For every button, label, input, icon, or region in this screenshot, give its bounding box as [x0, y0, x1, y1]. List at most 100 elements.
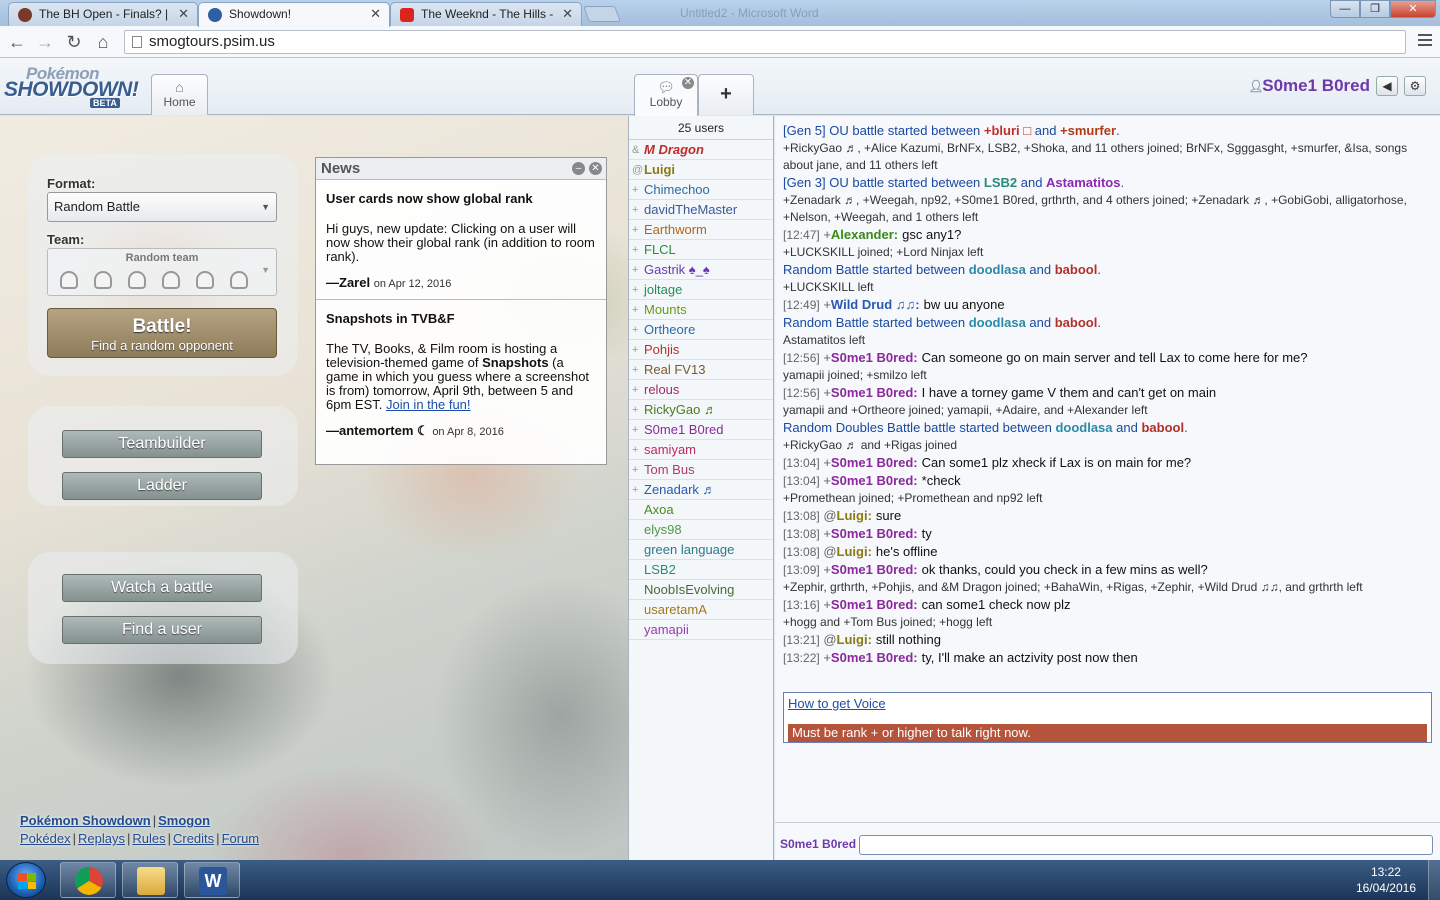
- user-list-item[interactable]: @ Luigi: [629, 160, 773, 180]
- user-list-item[interactable]: + Tom Bus: [629, 460, 773, 480]
- user-list-item[interactable]: + joltage: [629, 280, 773, 300]
- user-list-item[interactable]: green language: [629, 540, 773, 560]
- footer-link-showdown[interactable]: Pokémon Showdown: [20, 813, 151, 828]
- back-arrow-icon[interactable]: ←: [6, 31, 28, 53]
- taskbar-chrome[interactable]: [60, 862, 116, 898]
- battle-player-name[interactable]: doodlasa: [1055, 420, 1112, 435]
- find-user-button[interactable]: Find a user: [62, 616, 262, 644]
- tab-lobby[interactable]: 💬︎ Lobby ✕: [634, 74, 698, 116]
- watch-battle-button[interactable]: Watch a battle: [62, 574, 262, 602]
- chat-username[interactable]: Luigi:: [837, 508, 872, 523]
- user-list-item[interactable]: + Earthworm: [629, 220, 773, 240]
- footer-link-rules[interactable]: Rules: [132, 831, 165, 846]
- chat-username[interactable]: Luigi:: [837, 632, 872, 647]
- chat-username[interactable]: S0me1 B0red:: [831, 526, 918, 541]
- close-tab-icon[interactable]: ✕: [370, 3, 381, 25]
- teambuilder-button[interactable]: Teambuilder: [62, 430, 262, 458]
- maximize-button[interactable]: ❐: [1360, 0, 1390, 18]
- battle-player-name[interactable]: babool: [1141, 420, 1184, 435]
- chat-username[interactable]: Wild Drud ♫♫:: [831, 297, 920, 312]
- user-list-item[interactable]: + RickyGao ♬: [629, 400, 773, 420]
- ladder-button[interactable]: Ladder: [62, 472, 262, 500]
- battle-player-name[interactable]: babool: [1055, 315, 1098, 330]
- sound-icon[interactable]: ◀: [1376, 76, 1398, 96]
- close-window-button[interactable]: ✕: [1390, 0, 1436, 18]
- user-list-item[interactable]: + samiyam: [629, 440, 773, 460]
- showdown-logo[interactable]: Pokémon SHOWDOWN! BETA: [4, 64, 150, 110]
- browser-tab-youtube[interactable]: The Weeknd - The Hills - ‘ ✕: [390, 2, 582, 26]
- battle-player-name[interactable]: doodlasa: [969, 262, 1026, 277]
- user-list-item[interactable]: + davidTheMaster: [629, 200, 773, 220]
- battle-player-name[interactable]: +bluri □: [984, 123, 1031, 138]
- close-tab-icon[interactable]: ✕: [562, 3, 573, 25]
- format-select[interactable]: Random Battle ▼: [47, 192, 277, 222]
- user-list-item[interactable]: & M Dragon: [629, 140, 773, 160]
- new-tab-button[interactable]: [583, 6, 621, 22]
- taskbar-word[interactable]: W: [184, 862, 240, 898]
- system-clock[interactable]: 13:22 16/04/2016: [1356, 864, 1416, 896]
- battle-player-name[interactable]: Astamatitos: [1046, 175, 1120, 190]
- tab-home[interactable]: ⌂ Home: [151, 74, 208, 115]
- user-list-item[interactable]: LSB2: [629, 560, 773, 580]
- forward-arrow-icon[interactable]: →: [34, 31, 56, 53]
- home-icon[interactable]: ⌂: [92, 31, 114, 53]
- address-bar[interactable]: smogtours.psim.us: [124, 30, 1406, 54]
- browser-menu-icon[interactable]: [1418, 34, 1432, 48]
- footer-link-replays[interactable]: Replays: [78, 831, 125, 846]
- start-button[interactable]: [6, 862, 46, 898]
- chat-username[interactable]: S0me1 B0red:: [831, 597, 918, 612]
- current-user[interactable]: 👤︎S0me1 B0red: [1248, 76, 1370, 96]
- battle-button[interactable]: Battle! Find a random opponent: [47, 308, 277, 358]
- battle-player-name[interactable]: doodlasa: [969, 315, 1026, 330]
- gear-icon[interactable]: ⚙: [1404, 76, 1426, 96]
- user-list-item[interactable]: yamapii: [629, 620, 773, 640]
- user-list-item[interactable]: usaretamA: [629, 600, 773, 620]
- chat-username[interactable]: Luigi:: [837, 544, 872, 559]
- user-list-item[interactable]: + relous: [629, 380, 773, 400]
- user-list-item[interactable]: + Pohjis: [629, 340, 773, 360]
- footer-link-pokedex[interactable]: Pokédex: [20, 831, 71, 846]
- browser-tab-showdown[interactable]: Showdown! ✕: [198, 2, 390, 27]
- battle-player-name[interactable]: babool: [1055, 262, 1098, 277]
- minimize-icon[interactable]: –: [572, 162, 585, 175]
- close-tab-icon[interactable]: ✕: [178, 3, 189, 25]
- chat-log[interactable]: [Gen 5] OU battle started between +bluri…: [783, 122, 1433, 667]
- chat-username[interactable]: S0me1 B0red:: [831, 455, 918, 470]
- chat-username[interactable]: S0me1 B0red:: [831, 650, 918, 665]
- chat-username[interactable]: S0me1 B0red:: [831, 473, 918, 488]
- user-list-item[interactable]: + Chimechoo: [629, 180, 773, 200]
- chat-username[interactable]: S0me1 B0red:: [831, 350, 918, 365]
- reload-icon[interactable]: ↻: [63, 31, 85, 53]
- team-select[interactable]: Random team ▼: [47, 248, 277, 296]
- user-list-item[interactable]: + FLCL: [629, 240, 773, 260]
- show-desktop-button[interactable]: [1428, 860, 1440, 900]
- battle-player-name[interactable]: +smurfer: [1060, 123, 1116, 138]
- user-list-item[interactable]: NoobIsEvolving: [629, 580, 773, 600]
- chat-username[interactable]: S0me1 B0red: [780, 837, 858, 851]
- news-author[interactable]: —Zarel: [326, 275, 370, 290]
- how-to-get-voice-link[interactable]: How to get Voice: [788, 696, 886, 711]
- user-list-item[interactable]: + Ortheore: [629, 320, 773, 340]
- close-icon[interactable]: ✕: [589, 162, 602, 175]
- taskbar-explorer[interactable]: [122, 862, 178, 898]
- user-list-item[interactable]: + Real FV13: [629, 360, 773, 380]
- user-list-item[interactable]: Axoa: [629, 500, 773, 520]
- close-lobby-icon[interactable]: ✕: [682, 77, 694, 89]
- user-list-item[interactable]: + Mounts: [629, 300, 773, 320]
- footer-link-credits[interactable]: Credits: [173, 831, 214, 846]
- user-list-item[interactable]: elys98: [629, 520, 773, 540]
- chat-username[interactable]: S0me1 B0red:: [831, 385, 918, 400]
- chat-input[interactable]: [859, 835, 1433, 855]
- user-list-item[interactable]: + S0me1 B0red: [629, 420, 773, 440]
- battle-player-name[interactable]: LSB2: [984, 175, 1017, 190]
- news-author[interactable]: —antemortem ☾: [326, 423, 429, 438]
- chat-username[interactable]: S0me1 B0red:: [831, 562, 918, 577]
- chat-username[interactable]: Alexander:: [831, 227, 898, 242]
- footer-link-smogon[interactable]: Smogon: [158, 813, 210, 828]
- join-fun-link[interactable]: Join in the fun!: [386, 397, 471, 412]
- user-list-item[interactable]: + Zenadark ♬: [629, 480, 773, 500]
- minimize-button[interactable]: —: [1330, 0, 1360, 18]
- footer-link-forum[interactable]: Forum: [222, 831, 260, 846]
- browser-tab-bh-open[interactable]: The BH Open - Finals? | Sr ✕: [8, 2, 198, 26]
- user-list-item[interactable]: + Gastrik ♠_♠: [629, 260, 773, 280]
